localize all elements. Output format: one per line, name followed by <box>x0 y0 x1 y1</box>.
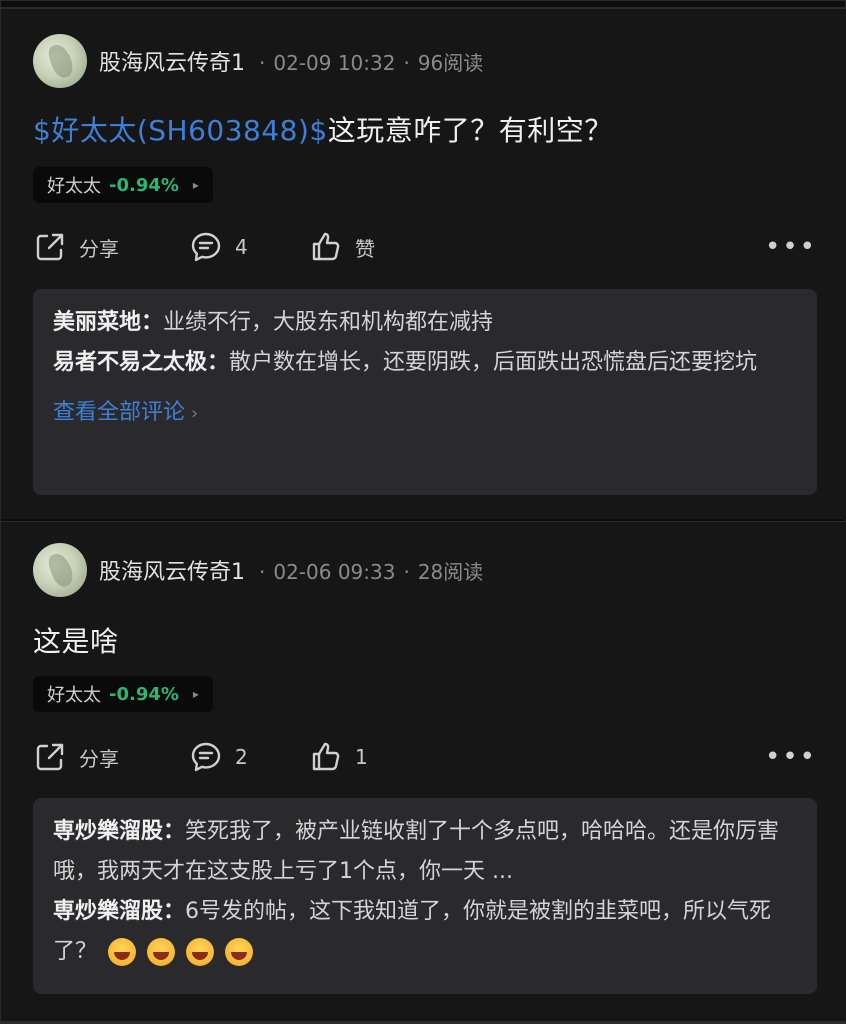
grinning-emoji-icon <box>225 938 254 966</box>
comment-item: 美丽菜地：业绩不行，大股东和机构都在减持 <box>53 303 797 343</box>
feed: 股海风云传奇1 · 02-09 10:32 · 96阅读 $好太太(SH603848)… <box>0 0 846 1024</box>
commenter-name[interactable]: 専炒樂溜股： <box>53 819 185 844</box>
post-content[interactable]: $好太太(SH603848)$这玩意咋了？有利空？ <box>33 109 613 149</box>
comment-icon <box>191 742 221 772</box>
comment-text: 业绩不行，大股东和机构都在减持 <box>163 310 494 335</box>
comment-preview[interactable]: 専炒樂溜股：笑死我了，被产业链收割了十个多点吧，哈哈哈。还是你厉害哦，我两天才在… <box>33 798 817 994</box>
action-bar: 分享 4 赞 ••• <box>33 227 817 267</box>
stock-chip[interactable]: 好太太 -0.94% ▸ <box>33 676 213 712</box>
comment-item: 専炒樂溜股：6号发的帖，这下我知道了，你就是被割的韭菜吧，所以气死了？ <box>53 892 797 972</box>
comment-count: 4 <box>235 235 248 259</box>
post-meta: · 02-09 10:32 · 96阅读 <box>259 50 484 75</box>
avatar[interactable] <box>33 543 87 597</box>
grinning-emoji-icon <box>108 938 137 966</box>
post-text: 这是啥 <box>33 625 119 658</box>
post-content[interactable]: 这是啥 <box>33 620 119 660</box>
stock-name: 好太太 <box>47 176 101 197</box>
more-icon: ••• <box>764 232 817 262</box>
divider <box>1 1021 846 1023</box>
thumbs-up-icon <box>312 232 340 261</box>
more-button[interactable]: ••• <box>765 227 817 267</box>
author-name[interactable]: 股海风云传奇1 <box>99 554 245 586</box>
action-bar: 分享 2 1 ••• <box>33 737 817 777</box>
comment-preview[interactable]: 美丽菜地：业绩不行，大股东和机构都在减持 易者不易之太极：散户数在增长，还要阴跌… <box>33 289 817 495</box>
read-count: 28阅读 <box>417 559 484 584</box>
avatar[interactable] <box>33 34 87 88</box>
comment-icon <box>191 232 221 262</box>
post-card[interactable]: 股海风云传奇1 · 02-09 10:32 · 96阅读 $好太太(SH603848)… <box>1 9 846 519</box>
share-button[interactable]: 分享 <box>33 737 119 777</box>
share-label: 分享 <box>79 746 119 771</box>
comment-button[interactable]: 2 <box>189 737 248 777</box>
like-button[interactable]: 赞 <box>309 227 375 267</box>
post-header: 股海风云传奇1 · 02-09 10:32 · 96阅读 <box>33 33 483 89</box>
author-name[interactable]: 股海风云传奇1 <box>99 45 245 77</box>
grinning-emoji-icon <box>186 938 215 966</box>
comment-text: 散户数在增长，还要阴跌，后面跌出恐慌盘后还要挖坑 <box>229 350 758 375</box>
play-arrow-icon: ▸ <box>192 687 199 701</box>
post-meta: · 02-06 09:33 · 28阅读 <box>259 559 484 584</box>
play-arrow-icon: ▸ <box>192 178 199 192</box>
like-label: 赞 <box>355 236 375 261</box>
stock-chip[interactable]: 好太太 -0.94% ▸ <box>33 167 213 203</box>
share-icon <box>36 743 64 771</box>
comment-button[interactable]: 4 <box>189 227 248 267</box>
commenter-name[interactable]: 専炒樂溜股： <box>53 899 185 924</box>
like-button[interactable]: 1 <box>309 737 368 777</box>
post-header: 股海风云传奇1 · 02-06 09:33 · 28阅读 <box>33 542 483 598</box>
more-icon: ••• <box>764 742 817 772</box>
stock-change: -0.94% <box>109 683 179 705</box>
post-text: 这玩意咋了？有利空？ <box>327 114 613 147</box>
comment-item: 専炒樂溜股：笑死我了，被产业链收割了十个多点吧，哈哈哈。还是你厉害哦，我两天才在… <box>53 812 797 892</box>
post-date: 02-06 09:33 <box>273 559 396 584</box>
more-button[interactable]: ••• <box>765 737 817 777</box>
read-count: 96阅读 <box>417 50 484 75</box>
view-all-comments-link[interactable]: 查看全部评论 › <box>53 393 797 434</box>
chevron-right-icon: › <box>191 403 199 424</box>
stock-tag-link[interactable]: $好太太(SH603848)$ <box>33 114 328 147</box>
stock-name: 好太太 <box>47 685 101 706</box>
commenter-name[interactable]: 易者不易之太极： <box>53 350 229 375</box>
post-card[interactable]: 股海风云传奇1 · 02-06 09:33 · 28阅读 这是啥 好太太 -0.94%… <box>1 521 846 1023</box>
like-count: 1 <box>355 745 368 769</box>
commenter-name[interactable]: 美丽菜地： <box>53 310 163 335</box>
thumbs-up-icon <box>312 742 340 771</box>
grinning-emoji-icon <box>147 938 176 966</box>
share-label: 分享 <box>79 236 119 261</box>
post-date: 02-09 10:32 <box>273 50 396 75</box>
share-icon <box>36 233 64 261</box>
comment-count: 2 <box>235 745 248 769</box>
share-button[interactable]: 分享 <box>33 227 119 267</box>
comment-item: 易者不易之太极：散户数在增长，还要阴跌，后面跌出恐慌盘后还要挖坑 <box>53 343 797 383</box>
stock-change: -0.94% <box>109 174 179 196</box>
